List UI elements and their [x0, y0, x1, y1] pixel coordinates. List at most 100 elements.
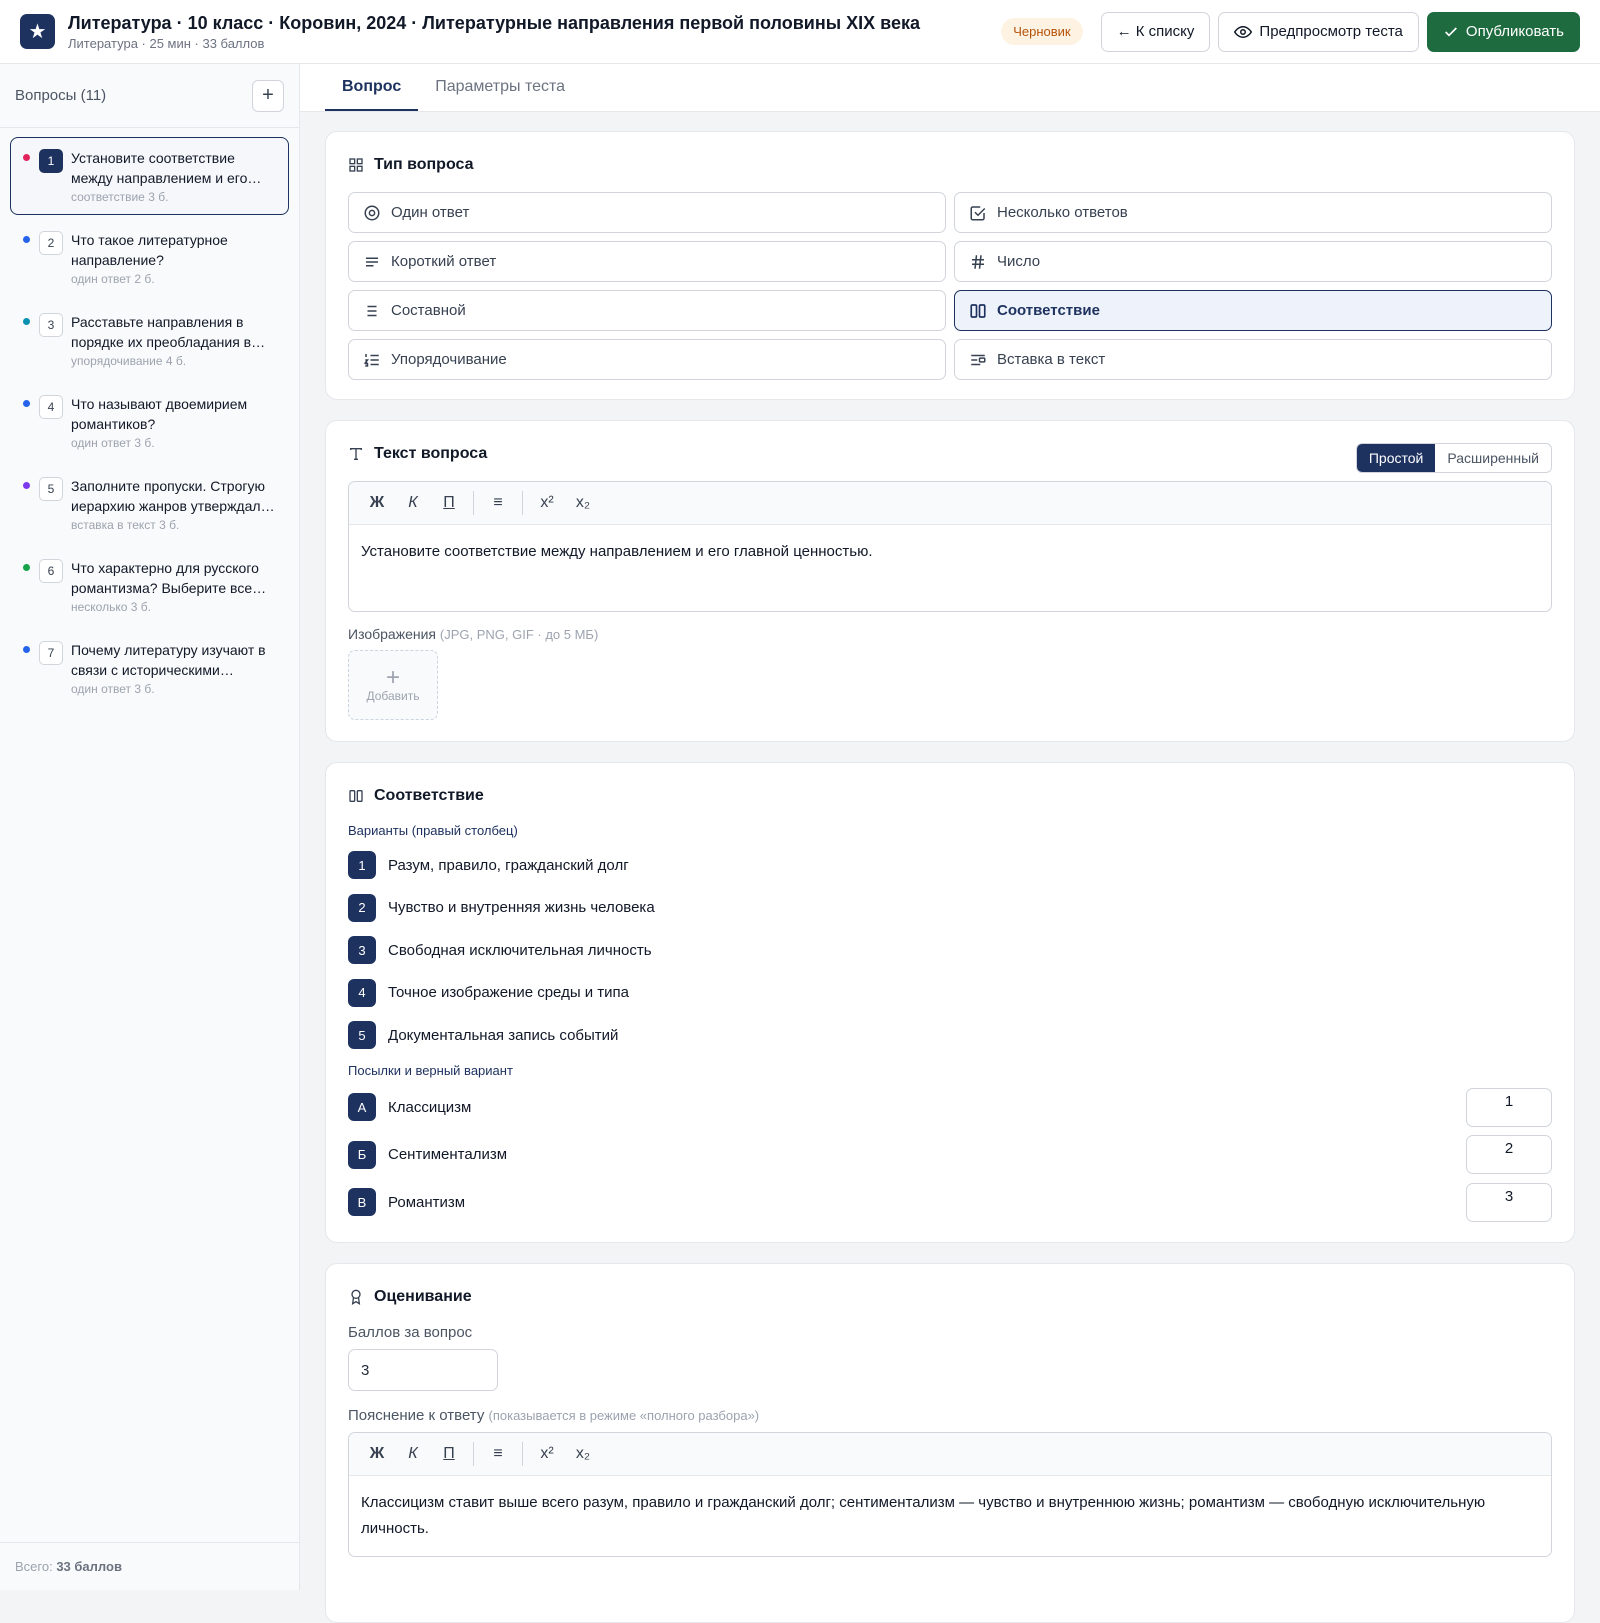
question-points: 3 б. — [148, 190, 169, 204]
hash-icon — [972, 254, 984, 269]
question-type: один ответ — [71, 682, 131, 696]
question-points: 3 б. — [159, 518, 180, 532]
tab-question[interactable]: Вопрос — [325, 64, 419, 111]
question-list-item[interactable]: 4 Что называют двоемирием романтиков? один… — [10, 383, 289, 461]
type-multiple-answers[interactable]: Несколько ответов — [954, 192, 1552, 233]
underline-button[interactable]: П — [431, 1445, 467, 1463]
question-list-item[interactable]: 6 Что характерно для русского романтизма?… — [10, 547, 289, 625]
preview-label: Предпросмотр теста — [1259, 23, 1403, 40]
grid-icon — [349, 158, 363, 172]
explanation-input[interactable]: Классицизм ставит выше всего разум, прав… — [349, 1476, 1551, 1556]
list-button[interactable]: ≡ — [480, 1445, 516, 1463]
type-short-answer[interactable]: Короткий ответ — [348, 241, 946, 282]
italic-button[interactable]: К — [395, 1445, 431, 1463]
premise-answer-input[interactable]: 3 — [1466, 1182, 1552, 1222]
type-label: Соответствие — [997, 302, 1100, 319]
question-text-input[interactable]: Установите соответствие между направлени… — [349, 525, 1551, 611]
explanation-label-text: Пояснение к ответу — [348, 1407, 485, 1424]
question-number: 5 — [39, 477, 63, 501]
question-list-item[interactable]: 2 Что такое литературное направление? один… — [10, 219, 289, 297]
italic-button[interactable]: К — [395, 494, 431, 512]
variant-text[interactable]: Свободная исключительная личность — [388, 942, 652, 959]
mode-advanced-button[interactable]: Расширенный — [1435, 444, 1551, 472]
points-input[interactable]: 3 — [348, 1349, 498, 1391]
question-meta: вставка в текст 3 б. — [71, 518, 278, 532]
back-label: ← К списку — [1116, 23, 1195, 40]
bold-button[interactable]: Ж — [359, 1445, 395, 1463]
points-label: Баллов за вопрос — [348, 1324, 473, 1341]
page-subtitle: Литература · 25 мин · 33 баллов — [68, 36, 265, 51]
question-type-card: Тип вопроса Один ответ Несколько ответов… — [325, 131, 1575, 400]
columns-icon — [349, 790, 363, 802]
question-points: 3 б. — [134, 682, 155, 696]
premise-row: В Романтизм 3 — [348, 1179, 1552, 1227]
status-badge: Черновик — [1001, 18, 1083, 45]
back-to-list-button[interactable]: ← К списку — [1100, 11, 1211, 52]
premise-row: Б Сентиментализм 2 — [348, 1131, 1552, 1179]
checkbox-icon — [970, 205, 986, 220]
subscript-button[interactable]: x₂ — [565, 494, 601, 512]
question-text: Установите соответствие между направлени… — [71, 150, 248, 186]
images-hint: (JPG, PNG, GIF · до 5 МБ) — [439, 627, 599, 642]
type-single-answer[interactable]: Один ответ — [348, 192, 946, 233]
superscript-button[interactable]: x² — [529, 1445, 565, 1463]
question-meta: один ответ 3 б. — [71, 436, 278, 450]
ordered-list-icon — [363, 353, 379, 367]
question-type: один ответ — [71, 272, 131, 286]
matching-title: Соответствие — [348, 785, 1552, 807]
insert-text-icon — [971, 354, 986, 365]
question-points: 3 б. — [134, 436, 155, 450]
variant-text[interactable]: Документальная запись событий — [388, 1027, 618, 1044]
premise-letter: Б — [348, 1140, 376, 1169]
explanation-hint: (показывается в режиме «полного разбора»… — [488, 1408, 760, 1423]
question-points: 3 б. — [130, 600, 151, 614]
subscript-button[interactable]: x₂ — [565, 1445, 601, 1463]
add-question-button[interactable]: + — [252, 79, 284, 112]
variant-text[interactable]: Точное изображение среды и типа — [388, 984, 629, 1001]
type-insert-text[interactable]: Вставка в текст — [954, 339, 1552, 380]
question-type: вставка в текст — [71, 518, 156, 532]
tab-test-settings[interactable]: Параметры теста — [418, 64, 582, 111]
question-type-title: Тип вопроса — [348, 154, 1552, 176]
question-list-item[interactable]: 1 Установите соответствие между направлен… — [10, 137, 289, 215]
type-label: Один ответ — [391, 204, 470, 221]
add-image-button[interactable]: + Добавить — [348, 650, 438, 720]
question-type-dot — [23, 154, 30, 161]
variants-label: Варианты (правый столбец) — [348, 823, 518, 838]
question-list-item[interactable]: 5 Заполните пропуски. Строгую иерархию жа… — [10, 465, 289, 543]
variant-text[interactable]: Разум, правило, гражданский долг — [388, 857, 629, 874]
underline-button[interactable]: П — [431, 494, 467, 512]
type-composite[interactable]: Составной — [348, 290, 946, 331]
premise-text[interactable]: Классицизм — [388, 1099, 471, 1116]
question-meta: несколько 3 б. — [71, 600, 278, 614]
superscript-button[interactable]: x² — [529, 494, 565, 512]
variant-row: 4 Точное изображение среды и типа — [348, 972, 1552, 1015]
editor-toolbar: Ж К П ≡ x² x₂ — [349, 482, 1551, 525]
premise-answer-input[interactable]: 2 — [1466, 1135, 1552, 1174]
type-number[interactable]: Число — [954, 241, 1552, 282]
editor-mode-toggle: Простой Расширенный — [1355, 443, 1552, 473]
question-list-item[interactable]: 3 Расставьте направления в порядке их пре… — [10, 301, 289, 379]
premise-text[interactable]: Романтизм — [388, 1194, 465, 1211]
variant-row: 3 Свободная исключительная личность — [348, 929, 1552, 972]
publish-button[interactable]: Опубликовать — [1426, 11, 1580, 52]
premise-answer-input[interactable]: 1 — [1466, 1087, 1552, 1127]
toolbar-divider — [473, 491, 474, 515]
variant-number: 2 — [348, 893, 376, 922]
type-ordering[interactable]: Упорядочивание — [348, 339, 946, 380]
preview-button[interactable]: Предпросмотр теста — [1218, 11, 1419, 52]
bold-button[interactable]: Ж — [359, 494, 395, 512]
question-text: Что характерно для русского романтизма? … — [71, 560, 259, 596]
variant-text[interactable]: Чувство и внутренняя жизнь человека — [388, 899, 655, 916]
mode-simple-button[interactable]: Простой — [1356, 444, 1436, 472]
question-list-item[interactable]: 7 Почему литературу изучают в связи с ист… — [10, 629, 289, 707]
total-prefix: Всего: — [15, 1559, 53, 1574]
premise-text[interactable]: Сентиментализм — [388, 1146, 507, 1163]
matching-card: Соответствие Варианты (правый столбец) 1… — [325, 762, 1575, 1243]
premise-letter: В — [348, 1188, 376, 1217]
list-button[interactable]: ≡ — [480, 494, 516, 512]
question-text-title-text: Текст вопроса — [374, 445, 488, 462]
total-value: 33 баллов — [56, 1559, 122, 1574]
variant-row: 5 Документальная запись событий — [348, 1014, 1552, 1057]
type-matching[interactable]: Соответствие — [954, 290, 1552, 331]
